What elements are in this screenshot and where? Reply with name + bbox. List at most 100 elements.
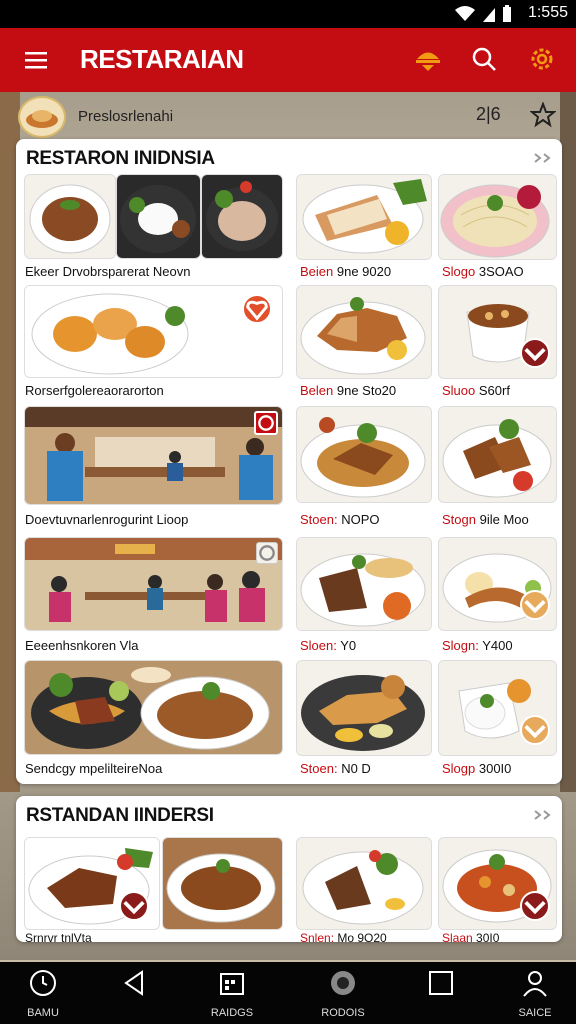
food-caption: Eeeenhsnkoren Vla (25, 638, 139, 653)
food-image[interactable] (296, 660, 432, 756)
food-caption: Doevtuvnarlenrogurint Lioop (25, 512, 189, 527)
restaurant-name: Preslosrlenahi (78, 108, 174, 125)
signal-icon (483, 8, 495, 22)
price-label: Stoen: NOPO (300, 512, 380, 527)
price-value: 9ne 9020 (333, 264, 392, 279)
food-image[interactable] (24, 660, 283, 755)
select-badge[interactable] (520, 715, 550, 745)
price-label: Stogn 9ile Moo (442, 512, 529, 527)
food-image[interactable] (24, 174, 116, 259)
checkmark-icon (123, 900, 145, 915)
food-caption: Srnrvr tnlVta (25, 931, 92, 942)
food-image[interactable] (201, 174, 283, 259)
select-badge[interactable] (520, 590, 550, 620)
price-value: N0 D (337, 761, 371, 776)
avatar[interactable] (18, 96, 66, 138)
price-value: 3SOAO (475, 264, 524, 279)
restaurant-card-1: RESTARON INIDNSIA Ekeer Drvobrsparerat N… (16, 139, 562, 784)
nav-item-ratings[interactable]: RAIDGS (192, 968, 272, 1022)
food-image[interactable] (296, 837, 432, 930)
video-badge[interactable] (256, 542, 278, 564)
price-label: Sloen: Y0 (300, 638, 356, 653)
status-time: 1:555 (527, 4, 568, 21)
user-icon (523, 971, 547, 997)
wifi-icon (455, 6, 475, 21)
price-value: 300I0 (475, 761, 512, 776)
price-prefix: Belen (300, 383, 334, 398)
nav-item-menu[interactable]: BAMU (3, 968, 83, 1022)
play-icon (258, 415, 274, 431)
menu-icon[interactable] (22, 46, 50, 74)
card-title: RSTANDAN IINDERSI (26, 805, 214, 826)
food-caption: Ekeer Drvobrsparerat Neovn (25, 264, 191, 279)
price-label: Slaan 30I0 (442, 931, 499, 942)
gear-icon[interactable] (527, 44, 557, 74)
app-title: RESTARAIAN (80, 44, 244, 74)
food-image[interactable] (296, 174, 432, 260)
play-icon (259, 545, 275, 561)
food-image[interactable] (438, 537, 557, 631)
nav-item-foods[interactable]: RODOIS (303, 968, 383, 1022)
food-image[interactable] (116, 174, 201, 259)
square-icon (429, 971, 453, 995)
nav-item-profile[interactable]: SAICE (495, 968, 575, 1022)
selected-badge[interactable] (520, 338, 550, 368)
nav-label: BAMU (27, 1007, 59, 1019)
price-label: Beien 9ne 9020 (300, 264, 391, 279)
search-icon[interactable] (469, 44, 499, 74)
price-label: Sluoo S60rf (442, 383, 510, 398)
price-value: 9ne Sto20 (333, 383, 397, 398)
food-image[interactable] (296, 406, 432, 503)
status-bar: 1:555 (0, 0, 576, 28)
food-cloche-icon[interactable] (413, 44, 443, 74)
price-label: Stoen: N0 D (300, 761, 371, 776)
restaurant-interior-image[interactable] (24, 537, 283, 631)
restaurant-card-2: RSTANDAN IINDERSI Srnrvr tnlVta Snlen: M… (16, 796, 562, 942)
price-prefix: Snlen: (300, 931, 335, 942)
nav-back-button[interactable] (95, 968, 175, 1022)
price-label: Belen 9ne Sto20 (300, 383, 396, 398)
price-prefix: Stogn (442, 512, 476, 527)
food-image[interactable] (296, 285, 432, 379)
price-prefix: Stoen: (300, 512, 338, 527)
nav-label: RODOIS (321, 1007, 365, 1019)
bottom-navigation: BAMU RAIDGS RODOIS SAICE (0, 962, 576, 1024)
price-prefix: Slaan (442, 931, 473, 942)
price-value: Y400 (478, 638, 513, 653)
selected-badge[interactable] (119, 891, 149, 921)
food-image[interactable] (162, 837, 283, 930)
chevron-down-icon (524, 724, 546, 739)
price-label: Slogp 300I0 (442, 761, 511, 776)
more-options-icon[interactable] (532, 151, 552, 165)
price-label: Snlen: Mo 9O20 (300, 931, 387, 942)
favorite-star-icon[interactable] (530, 102, 556, 128)
food-image[interactable] (24, 285, 283, 378)
food-image[interactable] (24, 837, 160, 930)
food-image[interactable] (438, 406, 557, 503)
food-image[interactable] (296, 537, 432, 631)
restaurant-interior-image[interactable] (24, 406, 283, 505)
clock-icon (30, 970, 56, 996)
favorite-badge[interactable] (242, 294, 272, 324)
food-image[interactable] (438, 837, 557, 930)
selected-badge[interactable] (520, 891, 550, 921)
price-value: Y0 (336, 638, 357, 653)
price-prefix: Slogn: (442, 638, 479, 653)
video-badge[interactable] (254, 411, 278, 435)
price-value: Mo 9O20 (334, 931, 387, 942)
price-label: Slogo 3SOAO (442, 264, 524, 279)
price-prefix: Stoen: (300, 761, 338, 776)
price-prefix: Slogo (442, 264, 476, 279)
food-image[interactable] (438, 285, 557, 379)
food-caption: Sendcgy mpelilteireNoa (25, 761, 163, 776)
food-caption: Rorserfgolereaorarorton (25, 383, 164, 398)
food-image[interactable] (438, 174, 557, 260)
price-prefix: Sluoo (442, 383, 476, 398)
more-options-icon[interactable] (532, 808, 552, 822)
checkmark-icon (524, 900, 546, 915)
battery-icon (503, 5, 511, 22)
nav-recents-button[interactable] (401, 968, 481, 1022)
back-triangle-icon (124, 970, 143, 996)
chevron-down-icon (524, 599, 546, 614)
food-image[interactable] (438, 660, 557, 756)
